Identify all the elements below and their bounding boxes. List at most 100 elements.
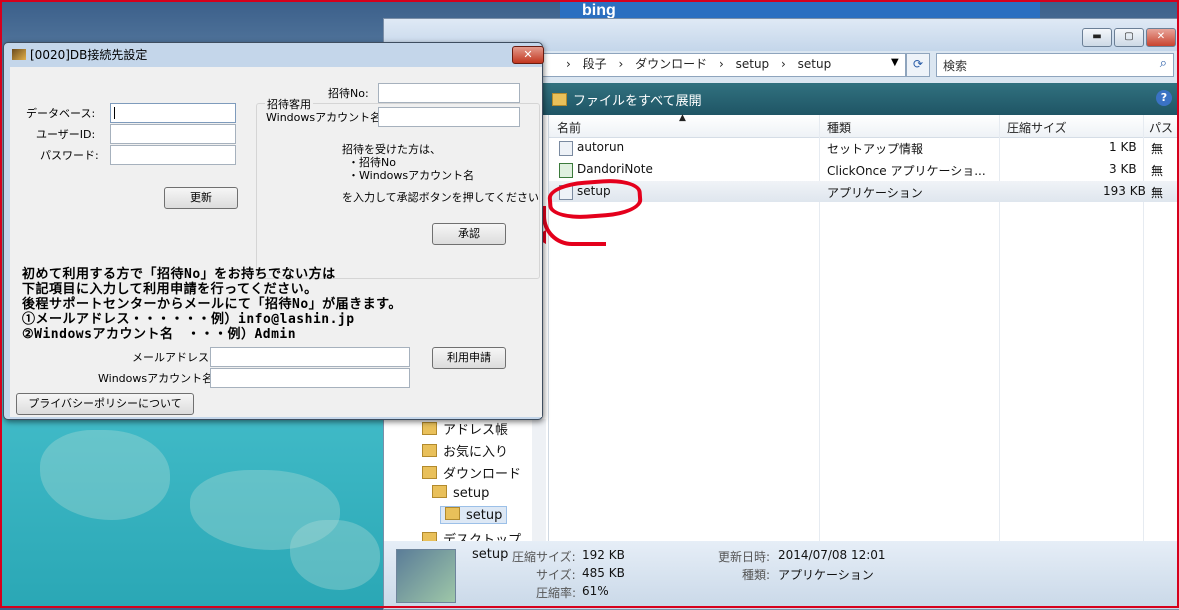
nav-item-favorites[interactable]: お気に入り <box>422 441 508 460</box>
breadcrumb: › 段子 › ダウンロード › setup › setup <box>566 55 839 72</box>
file-password: 無 <box>1151 142 1164 156</box>
folder-icon <box>445 507 460 520</box>
address-dropdown-icon[interactable]: ▼ <box>891 57 899 68</box>
file-name: DandoriNote <box>577 162 653 176</box>
folder-icon <box>432 485 447 498</box>
details-size-label: サイズ: <box>536 568 576 582</box>
apply-button[interactable]: 利用申請 <box>432 347 506 369</box>
nav-item-address-book[interactable]: アドレス帳 <box>422 419 508 438</box>
expand-all-button[interactable]: ファイルをすべて展開 <box>552 90 702 109</box>
user-id-label: ユーザーID: <box>36 128 96 141</box>
folder-icon <box>422 422 437 435</box>
details-ratio-label: 圧縮率: <box>536 586 577 600</box>
dialog-title: [0020]DB接続先設定 <box>12 46 147 63</box>
invite-note-4: を入力して承認ボタンを押してください <box>342 191 540 204</box>
background-rock <box>40 430 170 520</box>
details-file-name: setup <box>472 547 509 562</box>
close-button[interactable]: ✕ <box>1146 28 1176 47</box>
windows-account-label: Windowsアカウント名: <box>266 111 385 124</box>
search-icon[interactable]: ⌕ <box>1160 56 1167 71</box>
text-caret <box>114 107 115 119</box>
column-name[interactable]: 名前 <box>557 119 581 136</box>
database-label: データベース: <box>26 107 96 120</box>
message-line: ②Windowsアカウント名 ・・・例）Admin <box>22 327 297 342</box>
details-type-value: アプリケーション <box>778 568 874 582</box>
breadcrumb-chevron-icon: › <box>781 57 786 71</box>
password-input[interactable] <box>110 145 236 165</box>
column-header <box>549 115 1179 138</box>
nav-item-label: setup <box>466 508 503 523</box>
nav-scrollbar[interactable] <box>532 419 546 545</box>
breadcrumb-chevron-icon: › <box>566 57 571 71</box>
nav-item-label: アドレス帳 <box>443 423 509 438</box>
database-input[interactable] <box>110 103 236 123</box>
file-password: 無 <box>1151 186 1164 200</box>
column-compressed-size[interactable]: 圧縮サイズ <box>1007 119 1067 136</box>
background-rock <box>290 520 380 590</box>
nav-item-setup-selected[interactable]: setup <box>440 506 508 524</box>
details-date-value: 2014/07/08 12:01 <box>778 548 886 562</box>
dialog-close-button[interactable]: ✕ <box>512 46 544 64</box>
windows-account-input[interactable] <box>378 107 520 127</box>
details-csize-label: 圧縮サイズ: <box>512 550 576 564</box>
file-name: autorun <box>577 140 625 154</box>
file-size: 1 KB <box>1109 140 1137 154</box>
file-size: 3 KB <box>1109 162 1137 176</box>
mail-address-input[interactable] <box>210 347 410 367</box>
breadcrumb-item[interactable]: setup <box>798 57 832 71</box>
file-type: アプリケーション <box>827 186 923 200</box>
column-password[interactable]: パス <box>1149 119 1173 136</box>
sort-ascending-icon: ▲ <box>679 113 686 123</box>
breadcrumb-chevron-icon: › <box>618 57 624 71</box>
file-thumbnail <box>396 549 456 603</box>
password-label: パスワード: <box>40 149 99 162</box>
details-csize-value: 192 KB <box>582 548 625 562</box>
file-type: ClickOnce アプリケーショ... <box>827 164 986 178</box>
nav-item-setup[interactable]: setup <box>432 485 489 501</box>
folder-icon <box>422 444 437 457</box>
approve-button[interactable]: 承認 <box>432 223 506 245</box>
nav-item-label: お気に入り <box>443 445 509 460</box>
invite-no-input[interactable] <box>378 83 520 103</box>
zip-folder-icon <box>552 93 567 106</box>
table-row[interactable]: DandoriNote ClickOnce アプリケーショ... 3 KB 無 <box>549 159 1179 180</box>
maximize-button[interactable]: ▢ <box>1114 28 1144 47</box>
breadcrumb-chevron-icon: › <box>718 57 724 71</box>
clickonce-file-icon <box>559 163 573 178</box>
file-size: 193 KB <box>1103 184 1146 198</box>
windows-account-label-2: Windowsアカウント名: <box>98 372 217 385</box>
details-size-value: 485 KB <box>582 566 625 580</box>
column-type[interactable]: 種類 <box>827 119 851 136</box>
table-row[interactable]: autorun セットアップ情報 1 KB 無 <box>549 137 1179 158</box>
windows-account-input-2[interactable] <box>210 368 410 388</box>
db-settings-dialog: [0020]DB接続先設定 ✕ データベース: ユーザーID: パスワード: 更… <box>3 42 544 420</box>
app-icon <box>12 49 26 60</box>
details-date-label: 更新日時: <box>718 550 771 564</box>
refresh-button[interactable]: ⟳ <box>906 53 930 77</box>
search-placeholder: 検索 <box>943 59 968 73</box>
breadcrumb-item[interactable]: ダウンロード <box>635 57 707 71</box>
invite-note-3: ・Windowsアカウント名 <box>348 169 475 182</box>
nav-item-label: setup <box>453 486 490 501</box>
nav-item-label: ダウンロード <box>443 467 522 482</box>
breadcrumb-item[interactable]: 段子 <box>583 57 607 71</box>
details-ratio-value: 61% <box>582 584 609 598</box>
help-icon[interactable]: ? <box>1156 90 1172 106</box>
update-button[interactable]: 更新 <box>164 187 238 209</box>
file-type: セットアップ情報 <box>827 142 924 156</box>
search-input[interactable]: 検索 ⌕ <box>936 53 1174 77</box>
mail-address-label: メールアドレス: <box>132 351 213 364</box>
file-list: 名前 ▲ 種類 圧縮サイズ パス autorun セットアップ情報 1 KB 無… <box>548 113 1179 545</box>
file-password: 無 <box>1151 164 1164 178</box>
table-row[interactable]: setup アプリケーション 193 KB 無 <box>549 181 1179 202</box>
minimize-button[interactable]: ▬ <box>1082 28 1112 47</box>
invite-no-label: 招待No: <box>328 87 369 100</box>
nav-item-downloads[interactable]: ダウンロード <box>422 463 521 482</box>
privacy-policy-button[interactable]: プライバシーポリシーについて <box>16 393 194 415</box>
breadcrumb-item[interactable]: setup <box>736 57 770 71</box>
setup-info-file-icon <box>559 141 573 156</box>
user-id-input[interactable] <box>110 124 236 144</box>
details-type-label: 種類: <box>742 568 771 582</box>
dialog-body: データベース: ユーザーID: パスワード: 更新 招待客用 招待No: Win… <box>10 67 542 417</box>
dialog-title-text: [0020]DB接続先設定 <box>30 48 148 62</box>
